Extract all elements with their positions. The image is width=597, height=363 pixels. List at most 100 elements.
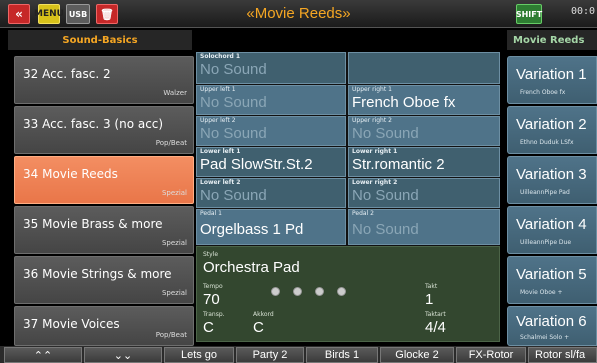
slot-label: Upper right 2 — [352, 117, 392, 124]
list-item[interactable]: 35 Movie Brass & more Spezial — [14, 206, 194, 254]
quick-button-1[interactable]: Lets go — [164, 347, 234, 363]
list-item-name: 37 Movie Voices — [23, 317, 120, 331]
style-label: Style — [203, 251, 219, 258]
quick-button-4[interactable]: Glocke 2 — [380, 347, 454, 363]
akkord-label: Akkord — [253, 311, 274, 318]
taktart-value: 4/4 — [425, 319, 446, 336]
list-item[interactable]: 37 Movie Voices Pop/Beat — [14, 306, 194, 346]
lower-left-1-slot[interactable]: Lower left 1 Pad SlowStr.St.2 — [196, 147, 346, 177]
page-title: «Movie Reeds» — [246, 5, 351, 22]
lower-left-2-slot[interactable]: Lower left 2 No Sound — [196, 178, 346, 208]
lower-right-1-slot[interactable]: Lower right 1 Str.romantic 2 — [348, 147, 500, 177]
upper-right-2-slot[interactable]: Upper right 2 No Sound — [348, 116, 500, 146]
list-item-category: Spezial — [161, 189, 187, 197]
slot-label: Lower right 1 — [352, 148, 398, 155]
list-item-selected[interactable]: 34 Movie Reeds Spezial — [14, 156, 194, 204]
top-bar: « MENU USB 🗑 «Movie Reeds» SHIFT 00:0 — [0, 0, 597, 28]
variation-sound: UilleannPipe Pad — [520, 189, 570, 196]
list-item-category: Spezial — [161, 289, 187, 297]
variation-sound: French Oboe fx — [520, 89, 566, 96]
variation-name: Variation 2 — [516, 116, 587, 133]
akkord-value: C — [253, 319, 264, 336]
list-item-name: 36 Movie Strings & more — [23, 267, 172, 281]
quick-button-2[interactable]: Party 2 — [236, 347, 304, 363]
upper-left-1-slot[interactable]: Upper left 1 No Sound — [196, 85, 346, 115]
clock: 00:0 — [571, 6, 596, 17]
quick-button-5[interactable]: FX-Rotor — [456, 347, 526, 363]
upper-right-1-slot[interactable]: Upper right 1 French Oboe fx — [348, 85, 500, 115]
list-item[interactable]: 36 Movie Strings & more Spezial — [14, 256, 194, 304]
variation-sound: Movie Oboe + — [520, 289, 563, 296]
slot-value: Pad SlowStr.St.2 — [200, 156, 313, 173]
list-item[interactable]: 33 Acc. fasc. 3 (no acc) Pop/Beat — [14, 106, 194, 154]
variations-header: Movie Reeds — [507, 30, 597, 50]
taktart-label: Taktart — [425, 311, 446, 318]
lower-right-2-slot[interactable]: Lower right 2 No Sound — [348, 178, 500, 208]
variation-1-button[interactable]: Variation 1 French Oboe fx — [507, 56, 597, 104]
list-item-category: Spezial — [161, 239, 187, 247]
variation-name: Variation 5 — [516, 266, 587, 283]
style-panel[interactable]: Style Orchestra Pad Tempo 70 Takt 1 Tran… — [196, 246, 500, 342]
pedal-2-slot[interactable]: Pedal 2 No Sound — [348, 209, 500, 245]
quick-button-3[interactable]: Birds 1 — [306, 347, 378, 363]
slot-value: No Sound — [352, 125, 419, 142]
variation-sound: Ethno Duduk LSfx — [520, 139, 574, 146]
slot-label: Pedal 1 — [200, 210, 222, 217]
variation-sound: Schalmei Solo + — [520, 334, 570, 341]
double-chevron-up-icon: ⌃⌃ — [33, 349, 53, 362]
slot-value: No Sound — [200, 125, 267, 142]
slot-label: Upper left 1 — [200, 86, 236, 93]
variation-4-button[interactable]: Variation 4 UilleannPipe Due — [507, 206, 597, 254]
style-value: Orchestra Pad — [203, 259, 300, 276]
beat-dot — [293, 287, 302, 296]
slot-value: No Sound — [200, 94, 267, 111]
list-item-name: 33 Acc. fasc. 3 (no acc) — [23, 117, 164, 131]
variation-name: Variation 6 — [516, 313, 587, 330]
variation-name: Variation 4 — [516, 216, 587, 233]
double-chevron-down-icon: ⌄⌄ — [113, 349, 133, 362]
slot-value: Orgelbass 1 Pd — [200, 221, 304, 238]
slot-value: No Sound — [352, 187, 419, 204]
list-item-category: Pop/Beat — [155, 331, 187, 339]
list-item-category: Walzer — [163, 89, 187, 97]
variation-name: Variation 1 — [516, 66, 587, 83]
beat-dot — [337, 287, 346, 296]
scroll-up-button[interactable]: ⌃⌃ — [4, 347, 82, 363]
slot-value: No Sound — [200, 187, 267, 204]
variation-2-button[interactable]: Variation 2 Ethno Duduk LSfx — [507, 106, 597, 154]
slot-label: Upper left 2 — [200, 117, 236, 124]
beat-dot — [271, 287, 280, 296]
quick-button-6[interactable]: Rotor sl/fa — [528, 347, 597, 363]
list-item-name: 35 Movie Brass & more — [23, 217, 163, 231]
shift-button[interactable]: SHIFT — [516, 4, 542, 24]
slot-label: Lower right 2 — [352, 179, 398, 186]
list-item[interactable]: 32 Acc. fasc. 2 Walzer — [14, 56, 194, 104]
slot-label: Lower left 2 — [200, 179, 241, 186]
registration-panel: Solochord 1 No Sound Upper left 1 No Sou… — [196, 52, 500, 342]
slot-value: Str.romantic 2 — [352, 156, 445, 173]
takt-label: Takt — [425, 283, 438, 290]
empty-slot — [348, 52, 500, 84]
slot-label: Upper right 1 — [352, 86, 392, 93]
takt-value: 1 — [425, 291, 434, 308]
slot-label: Solochord 1 — [200, 53, 241, 60]
variation-sound: UilleannPipe Due — [520, 239, 572, 246]
slot-label: Lower left 1 — [200, 148, 241, 155]
scroll-down-button[interactable]: ⌄⌄ — [84, 347, 162, 363]
list-item-category: Pop/Beat — [155, 139, 187, 147]
sound-basics-header: Sound-Basics — [8, 30, 192, 50]
pedal-1-slot[interactable]: Pedal 1 Orgelbass 1 Pd — [196, 209, 346, 245]
transp-label: Transp. — [203, 311, 225, 318]
list-item-name: 34 Movie Reeds — [23, 167, 118, 181]
variation-name: Variation 3 — [516, 166, 587, 183]
slot-value: No Sound — [200, 61, 267, 78]
solochord-slot[interactable]: Solochord 1 No Sound — [196, 52, 346, 84]
variation-6-button[interactable]: Variation 6 Schalmei Solo + — [507, 306, 597, 346]
variation-3-button[interactable]: Variation 3 UilleannPipe Pad — [507, 156, 597, 204]
variation-5-button[interactable]: Variation 5 Movie Oboe + — [507, 256, 597, 304]
slot-value: No Sound — [352, 221, 419, 238]
list-item-name: 32 Acc. fasc. 2 — [23, 67, 111, 81]
upper-left-2-slot[interactable]: Upper left 2 No Sound — [196, 116, 346, 146]
tempo-label: Tempo — [203, 283, 223, 290]
beat-dot — [315, 287, 324, 296]
